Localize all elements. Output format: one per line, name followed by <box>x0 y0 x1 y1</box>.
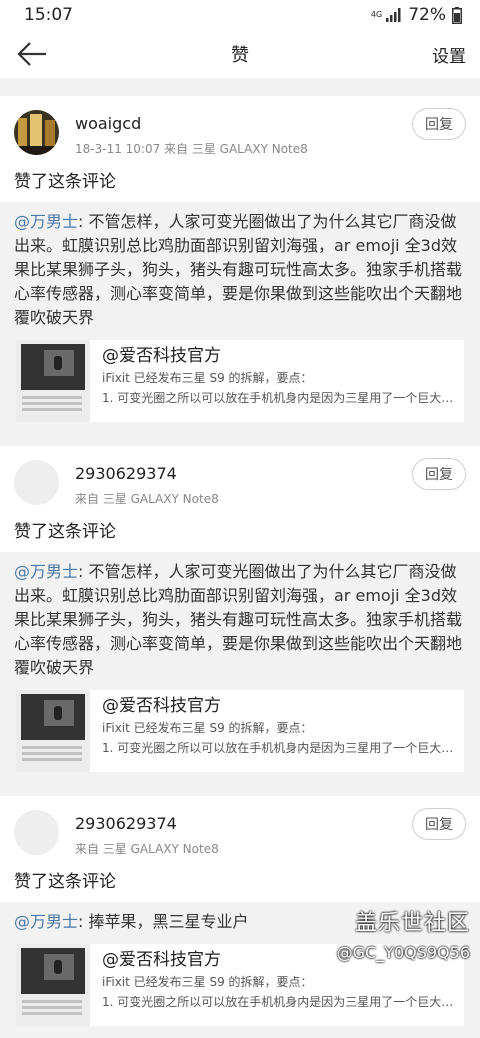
user-avatar[interactable] <box>14 460 59 505</box>
linked-post-line1: iFixit 已经发布三星 S9 的拆解，要点： <box>102 721 313 735</box>
default-avatar-icon <box>14 810 59 855</box>
linked-post-card[interactable]: @爱否科技官方 iFixit 已经发布三星 S9 的拆解，要点： 1. 可变光圈… <box>16 690 464 772</box>
network-type: 4G <box>370 10 383 19</box>
mention-link[interactable]: @万男士 <box>14 912 78 931</box>
quoted-comment[interactable]: @万男士: 不管怎样，人家可变光圈做出了为什么其它厂商没做出来。虹膜识别总比鸡肋… <box>0 202 480 434</box>
avatar-photo-icon <box>14 110 59 155</box>
watermark-logo: 盖乐世社区 <box>354 911 470 936</box>
reply-button[interactable]: 回复 <box>412 458 466 490</box>
like-action-text: 赞了这条评论 <box>14 172 116 192</box>
like-action-text: 赞了这条评论 <box>14 872 116 892</box>
like-notification-card: woaigcd 18-3-11 10:07 来自 三星 GALAXY Note8… <box>0 96 480 434</box>
linked-post-thumbnail <box>16 944 90 1026</box>
linked-post-thumbnail <box>16 340 90 422</box>
reply-button[interactable]: 回复 <box>412 108 466 140</box>
page-title: 赞 <box>231 45 249 66</box>
post-meta: 18-3-11 10:07 来自 三星 GALAXY Note8 <box>75 142 308 156</box>
mention-link[interactable]: @万男士 <box>14 562 78 581</box>
watermark-user: @GC_Y0QS9Q56 <box>336 943 470 962</box>
linked-post-author: @爱否科技官方 <box>102 696 221 716</box>
signal-icon <box>386 8 401 22</box>
status-time: 15:07 <box>24 5 73 25</box>
mention-link[interactable]: @万男士 <box>14 212 78 231</box>
status-icons: 4G 72% <box>371 5 462 25</box>
settings-button[interactable]: 设置 <box>432 42 466 67</box>
quoted-comment-text: : 不管怎样，人家可变光圈做出了为什么其它厂商没做出来。虹膜识别总比鸡肋面部识别… <box>14 212 463 327</box>
linked-post-thumbnail <box>16 690 90 772</box>
post-meta: 来自 三星 GALAXY Note8 <box>75 842 219 856</box>
username[interactable]: 2930629374 <box>75 464 177 483</box>
like-notification-card: 2930629374 来自 三星 GALAXY Note8 回复 赞了这条评论 … <box>0 446 480 784</box>
battery-percent: 72% <box>408 5 446 25</box>
battery-icon <box>452 6 462 24</box>
linked-post-line1: iFixit 已经发布三星 S9 的拆解，要点： <box>102 371 313 385</box>
reply-button[interactable]: 回复 <box>412 808 466 840</box>
username[interactable]: woaigcd <box>75 114 141 133</box>
quoted-comment[interactable]: @万男士: 不管怎样，人家可变光圈做出了为什么其它厂商没做出来。虹膜识别总比鸡肋… <box>0 552 480 784</box>
user-avatar[interactable] <box>14 810 59 855</box>
community-watermark: 盖乐世社区 @GC_Y0QS9Q56 <box>337 905 470 962</box>
linked-post-card[interactable]: @爱否科技官方 iFixit 已经发布三星 S9 的拆解，要点： 1. 可变光圈… <box>16 340 464 422</box>
default-avatar-icon <box>14 460 59 505</box>
quoted-comment-text: : 不管怎样，人家可变光圈做出了为什么其它厂商没做出来。虹膜识别总比鸡肋面部识别… <box>14 562 463 677</box>
username[interactable]: 2930629374 <box>75 814 177 833</box>
quoted-comment-text: : 捧苹果，黑三星专业户 <box>78 912 249 931</box>
linked-post-line2: 1. 可变光圈之所以可以放在手机机身内是因为三星用了一个巨大的线圈 <box>102 995 456 1009</box>
linked-post-line1: iFixit 已经发布三星 S9 的拆解，要点： <box>102 975 313 989</box>
status-bar: 15:07 4G 72% <box>0 0 480 30</box>
nav-bar: 赞 设置 <box>0 30 480 78</box>
linked-post-line2: 1. 可变光圈之所以可以放在手机机身内是因为三星用了一个巨大的线圈 <box>102 391 456 405</box>
linked-post-author: @爱否科技官方 <box>102 346 221 366</box>
linked-post-line2: 1. 可变光圈之所以可以放在手机机身内是因为三星用了一个巨大的线圈 <box>102 741 456 755</box>
user-avatar[interactable] <box>14 110 59 155</box>
like-action-text: 赞了这条评论 <box>14 522 116 542</box>
post-meta: 来自 三星 GALAXY Note8 <box>75 492 219 506</box>
back-arrow-icon[interactable] <box>16 40 48 68</box>
